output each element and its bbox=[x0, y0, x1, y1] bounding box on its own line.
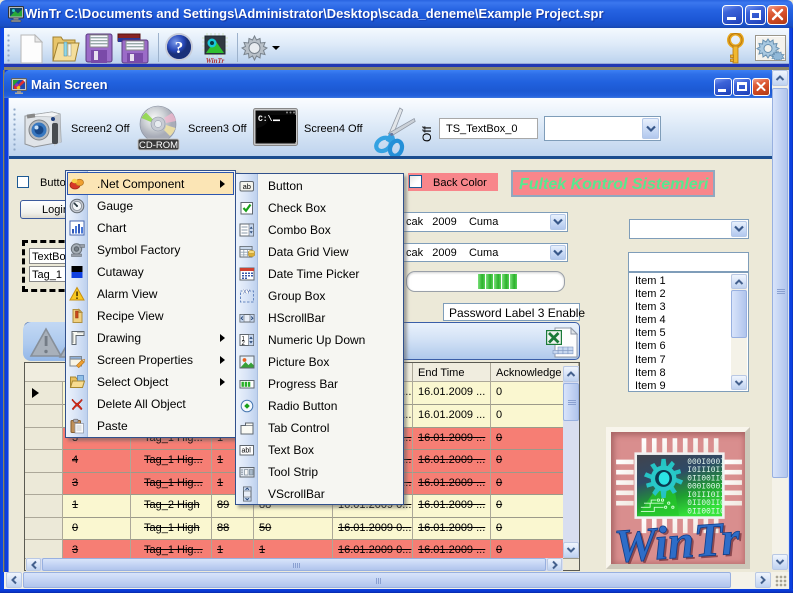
svg-text:ab: ab bbox=[243, 182, 251, 191]
svg-text:XY: XY bbox=[243, 290, 251, 296]
svg-text:abl: abl bbox=[242, 448, 252, 455]
svg-text:WinTr: WinTr bbox=[612, 512, 741, 564]
